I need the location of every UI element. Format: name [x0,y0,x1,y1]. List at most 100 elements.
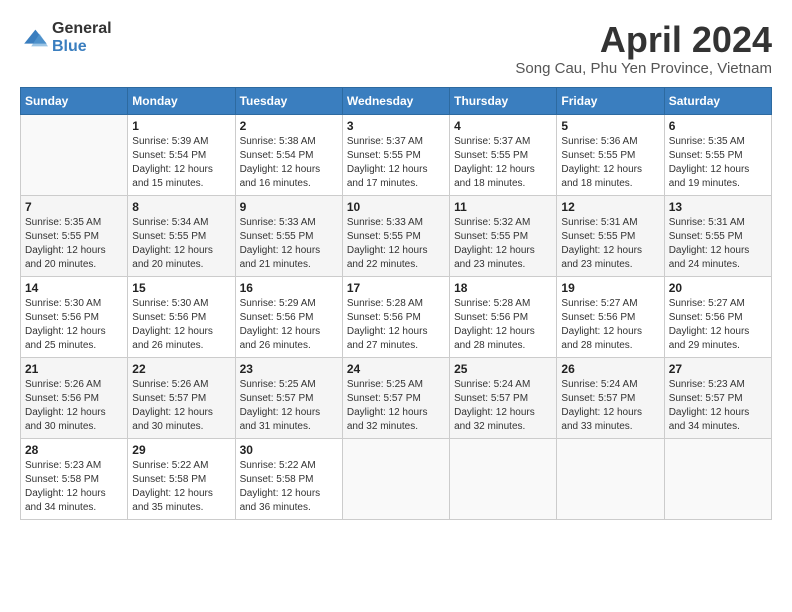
day-info: Sunrise: 5:25 AM Sunset: 5:57 PM Dayligh… [347,378,445,434]
calendar-cell [21,114,128,195]
calendar-cell: 14 Sunrise: 5:30 AM Sunset: 5:56 PM Dayli… [21,276,128,357]
day-info: Sunrise: 5:22 AM Sunset: 5:58 PM Dayligh… [240,459,338,515]
day-info: Sunrise: 5:26 AM Sunset: 5:56 PM Dayligh… [25,378,123,434]
day-number: 15 [132,281,230,295]
day-info: Sunrise: 5:39 AM Sunset: 5:54 PM Dayligh… [132,135,230,191]
day-info: Sunrise: 5:24 AM Sunset: 5:57 PM Dayligh… [561,378,659,434]
calendar-cell [557,438,664,519]
calendar-day-header: Thursday [450,87,557,114]
month-title: April 2024 [515,20,772,60]
day-number: 28 [25,443,123,457]
day-number: 23 [240,362,338,376]
day-number: 14 [25,281,123,295]
day-number: 2 [240,119,338,133]
logo-icon [20,24,48,52]
calendar-day-header: Friday [557,87,664,114]
calendar-cell: 10 Sunrise: 5:33 AM Sunset: 5:55 PM Dayli… [342,195,449,276]
day-info: Sunrise: 5:28 AM Sunset: 5:56 PM Dayligh… [347,297,445,353]
calendar-cell [664,438,771,519]
calendar-week-row: 1 Sunrise: 5:39 AM Sunset: 5:54 PM Daylig… [21,114,772,195]
calendar-week-row: 28 Sunrise: 5:23 AM Sunset: 5:58 PM Dayli… [21,438,772,519]
day-number: 24 [347,362,445,376]
calendar-day-header: Monday [128,87,235,114]
calendar-day-header: Wednesday [342,87,449,114]
day-info: Sunrise: 5:33 AM Sunset: 5:55 PM Dayligh… [347,216,445,272]
day-info: Sunrise: 5:35 AM Sunset: 5:55 PM Dayligh… [669,135,767,191]
calendar-cell: 11 Sunrise: 5:32 AM Sunset: 5:55 PM Dayli… [450,195,557,276]
calendar-week-row: 7Sunrise: 5:35 AM Sunset: 5:55 PM Daylig… [21,195,772,276]
calendar-cell: 20 Sunrise: 5:27 AM Sunset: 5:56 PM Dayli… [664,276,771,357]
calendar-cell: 1 Sunrise: 5:39 AM Sunset: 5:54 PM Daylig… [128,114,235,195]
day-number: 18 [454,281,552,295]
day-number: 10 [347,200,445,214]
calendar-table: SundayMondayTuesdayWednesdayThursdayFrid… [20,87,772,520]
calendar-cell: 4 Sunrise: 5:37 AM Sunset: 5:55 PM Daylig… [450,114,557,195]
logo: General Blue [20,20,112,55]
day-number: 29 [132,443,230,457]
calendar-cell: 23 Sunrise: 5:25 AM Sunset: 5:57 PM Dayli… [235,357,342,438]
day-number: 13 [669,200,767,214]
calendar-cell: 30Sunrise: 5:22 AM Sunset: 5:58 PM Dayli… [235,438,342,519]
day-info: Sunrise: 5:34 AM Sunset: 5:55 PM Dayligh… [132,216,230,272]
calendar-header-row: SundayMondayTuesdayWednesdayThursdayFrid… [21,87,772,114]
calendar-cell [342,438,449,519]
day-number: 19 [561,281,659,295]
calendar-week-row: 21 Sunrise: 5:26 AM Sunset: 5:56 PM Dayli… [21,357,772,438]
calendar-cell: 5 Sunrise: 5:36 AM Sunset: 5:55 PM Daylig… [557,114,664,195]
day-info: Sunrise: 5:31 AM Sunset: 5:55 PM Dayligh… [669,216,767,272]
calendar-cell: 8 Sunrise: 5:34 AM Sunset: 5:55 PM Daylig… [128,195,235,276]
day-number: 12 [561,200,659,214]
calendar-cell: 22Sunrise: 5:26 AM Sunset: 5:57 PM Dayli… [128,357,235,438]
calendar-day-header: Sunday [21,87,128,114]
day-number: 16 [240,281,338,295]
day-info: Sunrise: 5:24 AM Sunset: 5:57 PM Dayligh… [454,378,552,434]
day-info: Sunrise: 5:22 AM Sunset: 5:58 PM Dayligh… [132,459,230,515]
page-header: General Blue April 2024 Song Cau, Phu Ye… [20,20,772,77]
day-info: Sunrise: 5:33 AM Sunset: 5:55 PM Dayligh… [240,216,338,272]
day-number: 20 [669,281,767,295]
calendar-cell: 26 Sunrise: 5:24 AM Sunset: 5:57 PM Dayli… [557,357,664,438]
calendar-cell: 13 Sunrise: 5:31 AM Sunset: 5:55 PM Dayli… [664,195,771,276]
day-number: 6 [669,119,767,133]
day-info: Sunrise: 5:27 AM Sunset: 5:56 PM Dayligh… [561,297,659,353]
day-info: Sunrise: 5:23 AM Sunset: 5:57 PM Dayligh… [669,378,767,434]
calendar-cell: 19 Sunrise: 5:27 AM Sunset: 5:56 PM Dayli… [557,276,664,357]
calendar-cell: 27Sunrise: 5:23 AM Sunset: 5:57 PM Dayli… [664,357,771,438]
calendar-cell [450,438,557,519]
day-info: Sunrise: 5:27 AM Sunset: 5:56 PM Dayligh… [669,297,767,353]
calendar-cell: 16 Sunrise: 5:29 AM Sunset: 5:56 PM Dayli… [235,276,342,357]
calendar-cell: 17Sunrise: 5:28 AM Sunset: 5:56 PM Dayli… [342,276,449,357]
title-block: April 2024 Song Cau, Phu Yen Province, V… [515,20,772,77]
calendar-cell: 18Sunrise: 5:28 AM Sunset: 5:56 PM Dayli… [450,276,557,357]
calendar-cell: 12Sunrise: 5:31 AM Sunset: 5:55 PM Dayli… [557,195,664,276]
day-number: 26 [561,362,659,376]
calendar-cell: 6 Sunrise: 5:35 AM Sunset: 5:55 PM Daylig… [664,114,771,195]
day-number: 5 [561,119,659,133]
day-number: 22 [132,362,230,376]
day-info: Sunrise: 5:32 AM Sunset: 5:55 PM Dayligh… [454,216,552,272]
day-info: Sunrise: 5:23 AM Sunset: 5:58 PM Dayligh… [25,459,123,515]
day-info: Sunrise: 5:37 AM Sunset: 5:55 PM Dayligh… [454,135,552,191]
day-number: 11 [454,200,552,214]
day-info: Sunrise: 5:30 AM Sunset: 5:56 PM Dayligh… [25,297,123,353]
day-number: 4 [454,119,552,133]
day-number: 1 [132,119,230,133]
calendar-week-row: 14 Sunrise: 5:30 AM Sunset: 5:56 PM Dayli… [21,276,772,357]
day-info: Sunrise: 5:25 AM Sunset: 5:57 PM Dayligh… [240,378,338,434]
calendar-cell: 7Sunrise: 5:35 AM Sunset: 5:55 PM Daylig… [21,195,128,276]
day-number: 25 [454,362,552,376]
day-info: Sunrise: 5:35 AM Sunset: 5:55 PM Dayligh… [25,216,123,272]
day-info: Sunrise: 5:36 AM Sunset: 5:55 PM Dayligh… [561,135,659,191]
day-number: 8 [132,200,230,214]
calendar-day-header: Saturday [664,87,771,114]
calendar-cell: 2 Sunrise: 5:38 AM Sunset: 5:54 PM Daylig… [235,114,342,195]
calendar-cell: 29 Sunrise: 5:22 AM Sunset: 5:58 PM Dayli… [128,438,235,519]
location-subtitle: Song Cau, Phu Yen Province, Vietnam [515,60,772,77]
logo-general-text: General [52,20,112,38]
day-info: Sunrise: 5:30 AM Sunset: 5:56 PM Dayligh… [132,297,230,353]
day-info: Sunrise: 5:38 AM Sunset: 5:54 PM Dayligh… [240,135,338,191]
day-number: 21 [25,362,123,376]
day-info: Sunrise: 5:29 AM Sunset: 5:56 PM Dayligh… [240,297,338,353]
day-number: 9 [240,200,338,214]
calendar-cell: 21 Sunrise: 5:26 AM Sunset: 5:56 PM Dayli… [21,357,128,438]
